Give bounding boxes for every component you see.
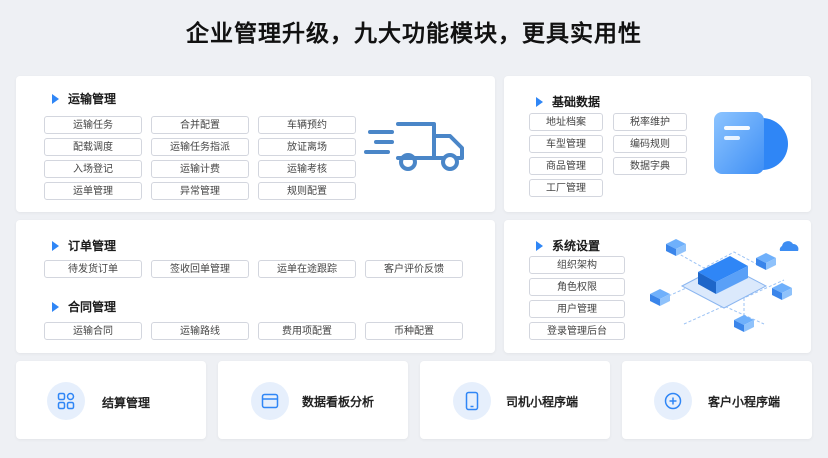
tag-receipt-manage[interactable]: 签收回单管理	[151, 260, 249, 278]
order-contract-card: 订单管理 待发货订单 签收回单管理 运单在途跟踪 客户评价反馈 合同管理 运输合…	[16, 220, 495, 353]
tag-waybill-tracking[interactable]: 运单在途跟踪	[258, 260, 356, 278]
customer-app-label: 客户小程序端	[708, 395, 781, 409]
tag-transport-route[interactable]: 运输路线	[151, 322, 249, 340]
contract-title: 合同管理	[52, 298, 116, 315]
tag-tax-rate[interactable]: 税率维护	[613, 113, 687, 131]
tag-user-manage[interactable]: 用户管理	[529, 300, 625, 318]
customer-app-card[interactable]: 客户小程序端	[622, 361, 812, 439]
tag-login-admin[interactable]: 登录管理后台	[529, 322, 625, 340]
tag-transport-contract[interactable]: 运输合同	[44, 322, 142, 340]
triangle-icon	[52, 93, 59, 104]
tag-entry-register[interactable]: 入场登记	[44, 160, 142, 178]
document-icon	[714, 112, 788, 174]
plus-circle-icon	[654, 382, 692, 420]
order-title: 订单管理	[52, 237, 116, 254]
triangle-icon	[52, 301, 59, 312]
basic-data-card: 基础数据 地址档案 税率维护 车型管理 编码规则 商品管理 数据字典 工厂管理	[504, 76, 811, 212]
system-title: 系统设置	[536, 237, 600, 254]
tag-transport-assess[interactable]: 运输考核	[258, 160, 356, 178]
settlement-card[interactable]: 结算管理	[16, 361, 206, 439]
page-title: 企业管理升级，九大功能模块，更具实用性	[186, 21, 642, 47]
tag-role-permission[interactable]: 角色权限	[529, 278, 625, 296]
tag-pending-orders[interactable]: 待发货订单	[44, 260, 142, 278]
tag-exception-manage[interactable]: 异常管理	[151, 182, 249, 200]
tag-waybill-manage[interactable]: 运单管理	[44, 182, 142, 200]
transport-title: 运输管理	[52, 90, 116, 107]
network-illustration	[650, 239, 799, 332]
triangle-icon	[536, 240, 543, 251]
dashboard-card[interactable]: 数据看板分析	[218, 361, 408, 439]
truck-icon	[364, 122, 464, 171]
tag-transport-task[interactable]: 运输任务	[44, 116, 142, 134]
grid-icon	[47, 382, 85, 420]
tag-release-exit[interactable]: 放证离场	[258, 138, 356, 156]
tag-task-assign[interactable]: 运输任务指派	[151, 138, 249, 156]
tag-address-archive[interactable]: 地址档案	[529, 113, 603, 131]
tag-vehicle-type[interactable]: 车型管理	[529, 135, 603, 153]
tag-fee-config[interactable]: 费用项配置	[258, 322, 356, 340]
system-card: 系统设置 组织架构 角色权限 用户管理 登录管理后台	[504, 220, 811, 353]
tag-load-dispatch[interactable]: 配载调度	[44, 138, 142, 156]
tag-currency-config[interactable]: 币种配置	[365, 322, 463, 340]
dashboard-label: 数据看板分析	[302, 395, 375, 409]
basic-title: 基础数据	[536, 93, 600, 110]
tag-transport-billing[interactable]: 运输计费	[151, 160, 249, 178]
tag-data-dict[interactable]: 数据字典	[613, 157, 687, 175]
driver-app-card[interactable]: 司机小程序端	[420, 361, 610, 439]
tag-factory-manage[interactable]: 工厂管理	[529, 179, 603, 197]
triangle-icon	[52, 240, 59, 251]
monitor-icon	[251, 382, 289, 420]
transport-card: 运输管理 运输任务 合并配置 车辆预约 配载调度 运输任务指派 放证离场 入场登…	[16, 76, 495, 212]
driver-app-label: 司机小程序端	[506, 395, 579, 409]
phone-icon	[453, 382, 491, 420]
triangle-icon	[536, 96, 543, 107]
settlement-label: 结算管理	[102, 396, 151, 410]
tag-org-structure[interactable]: 组织架构	[529, 256, 625, 274]
tag-merge-config[interactable]: 合并配置	[151, 116, 249, 134]
tag-goods-manage[interactable]: 商品管理	[529, 157, 603, 175]
tag-vehicle-booking[interactable]: 车辆预约	[258, 116, 356, 134]
tag-code-rule[interactable]: 编码规则	[613, 135, 687, 153]
tag-rule-config[interactable]: 规则配置	[258, 182, 356, 200]
tag-customer-feedback[interactable]: 客户评价反馈	[365, 260, 463, 278]
